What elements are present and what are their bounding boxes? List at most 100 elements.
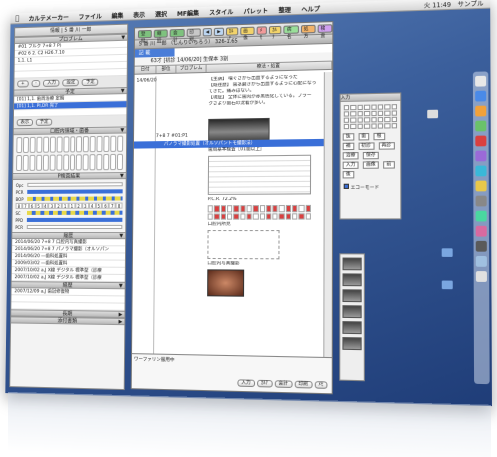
menu-app[interactable]: カルテメーカー — [24, 12, 74, 23]
attachments-section-header[interactable]: 添付書類 ▶ — [11, 316, 125, 326]
menu-view[interactable]: 表示 — [128, 9, 150, 19]
column-site[interactable]: 部位 — [156, 65, 177, 74]
remove-button[interactable]: - — [31, 80, 41, 88]
palette-tooth-cell[interactable] — [370, 104, 377, 110]
tooth-cell[interactable] — [110, 153, 117, 171]
toolbar-button[interactable]: ◀ — [202, 27, 213, 36]
toolbar-button[interactable]: 登録 — [137, 29, 153, 44]
tooth-cell[interactable] — [96, 154, 103, 171]
chart-body[interactable]: 14/06/20 【主訴】 噛ぐさから出血するようになった 【既往歴】 歯茎磨き… — [132, 72, 324, 357]
tooth-cell[interactable] — [16, 137, 23, 154]
plan-button[interactable]: 予定 — [82, 78, 99, 87]
palette-button[interactable]: 前 — [383, 161, 395, 169]
tooth-cell[interactable] — [49, 136, 56, 153]
thumbnail-image[interactable] — [342, 305, 362, 319]
tooth-cell[interactable] — [69, 154, 76, 171]
tooth-cell[interactable] — [42, 154, 49, 171]
palette-tooth-cell[interactable] — [384, 123, 391, 129]
dock-app-icon[interactable] — [475, 120, 487, 132]
palette-tooth-grid[interactable] — [341, 101, 401, 132]
palette-tooth-cell[interactable] — [364, 104, 370, 110]
tooth-cell[interactable] — [83, 136, 90, 153]
tooth-cell[interactable] — [62, 136, 69, 153]
palette-tooth-cell[interactable] — [391, 104, 398, 110]
memo-area[interactable]: ワーファリン服用中 入力 ｶﾙﾃ 会計 印刷 ﾒﾓ — [131, 353, 332, 394]
dock-app-icon[interactable] — [475, 210, 487, 222]
dock-app-icon[interactable] — [475, 135, 487, 147]
toolbar-button[interactable]: 会計 — [170, 28, 185, 43]
dock-app-icon[interactable] — [475, 180, 487, 192]
palette-tooth-cell[interactable] — [350, 117, 357, 123]
intraoral-photo[interactable] — [207, 269, 245, 297]
vertical-scrollbar[interactable] — [323, 71, 333, 358]
palette-tooth-cell[interactable] — [343, 105, 350, 111]
palette-tooth-cell[interactable] — [343, 117, 350, 123]
menu-file[interactable]: ファイル — [74, 11, 107, 21]
menu-palette[interactable]: パレット — [238, 5, 273, 15]
apple-icon[interactable]:  — [11, 14, 24, 22]
palette-tooth-cell[interactable] — [377, 104, 384, 110]
menu-mf-edit[interactable]: MF編集 — [172, 7, 204, 18]
hard-drive-icon[interactable] — [427, 109, 439, 119]
expand-icon[interactable]: ▶ — [119, 319, 123, 325]
menu-help[interactable]: ヘルプ — [296, 3, 325, 13]
oral-section-header[interactable]: 口腔内領域・歯番 ▼ — [13, 126, 127, 136]
dock-app-icon[interactable] — [475, 195, 487, 207]
palette-button[interactable]: 再診 — [378, 142, 395, 150]
palette-tooth-cell[interactable] — [384, 110, 391, 116]
tooth-cell[interactable] — [117, 153, 124, 171]
palette-tooth-cell[interactable] — [391, 110, 398, 116]
palette-tooth-cell[interactable] — [343, 111, 350, 117]
tooth-cell[interactable] — [103, 153, 110, 171]
collapse-icon[interactable]: ▼ — [119, 233, 123, 239]
tooth-cell[interactable] — [76, 154, 83, 171]
tooth-cell[interactable] — [56, 154, 62, 171]
palette-button[interactable]: 画像 — [362, 161, 379, 169]
palette-tooth-cell[interactable] — [364, 110, 370, 117]
toolbar-button[interactable]: 印刷 — [186, 27, 201, 42]
dock-app-icon[interactable] — [475, 225, 487, 237]
palette-tooth-cell[interactable] — [370, 123, 377, 129]
memo-button[interactable]: 入力 — [237, 379, 255, 388]
palette-tooth-cell[interactable] — [364, 123, 370, 129]
palette-button[interactable]: 治療 — [342, 152, 359, 160]
tooth-cell[interactable] — [22, 136, 29, 153]
user-name[interactable]: サンプル — [458, 0, 484, 8]
memo-button[interactable]: ｶﾙﾃ — [256, 379, 273, 388]
memo-button[interactable]: 会計 — [274, 380, 293, 389]
perio-section-header[interactable]: P検査結果 ▼ — [13, 172, 126, 181]
tooth-cell[interactable] — [117, 135, 124, 152]
menu-select[interactable]: 選択 — [150, 9, 172, 19]
toolbar-button[interactable]: 継続 — [153, 28, 169, 43]
tooth-cell[interactable] — [49, 154, 56, 171]
thumbnail-image[interactable] — [342, 289, 362, 303]
palette-button[interactable]: 根 — [373, 132, 385, 141]
palette-tooth-cell[interactable] — [357, 123, 363, 129]
column-date[interactable]: 日付 — [134, 66, 157, 74]
tooth-cell[interactable] — [96, 135, 103, 153]
palette-tooth-cell[interactable] — [350, 104, 357, 111]
palette-tooth-cell[interactable] — [384, 116, 391, 123]
tooth-chart-lower[interactable] — [16, 153, 124, 172]
history-section-header[interactable]: 履歴 ▼ — [12, 231, 126, 240]
palette-tooth-cell[interactable] — [343, 123, 350, 130]
palette-tooth-cell[interactable] — [350, 123, 357, 130]
schedule-button[interactable]: 予定 — [35, 118, 53, 126]
menu-arrange[interactable]: 整理 — [273, 4, 296, 14]
collapse-icon[interactable]: ▼ — [121, 35, 125, 41]
toolbar-button[interactable]: ﾒﾓ — [256, 25, 268, 40]
tooth-cell[interactable] — [110, 135, 117, 152]
palette-tooth-cell[interactable] — [357, 111, 363, 117]
menu-style[interactable]: スタイル — [204, 6, 238, 16]
tooth-cell[interactable] — [42, 136, 49, 153]
tooth-cell[interactable] — [16, 155, 22, 172]
tooth-cell[interactable] — [69, 136, 76, 153]
collapse-icon[interactable]: ▼ — [121, 88, 125, 94]
palette-button[interactable]: 初診 — [358, 142, 375, 150]
palette-button[interactable]: 抜 — [342, 133, 354, 141]
palette-tooth-cell[interactable] — [391, 116, 398, 123]
palette-tooth-cell[interactable] — [377, 123, 384, 129]
palette-tooth-cell[interactable] — [377, 110, 384, 117]
memo-button[interactable]: ﾒﾓ — [314, 381, 328, 389]
menu-edit[interactable]: 編集 — [107, 10, 129, 20]
